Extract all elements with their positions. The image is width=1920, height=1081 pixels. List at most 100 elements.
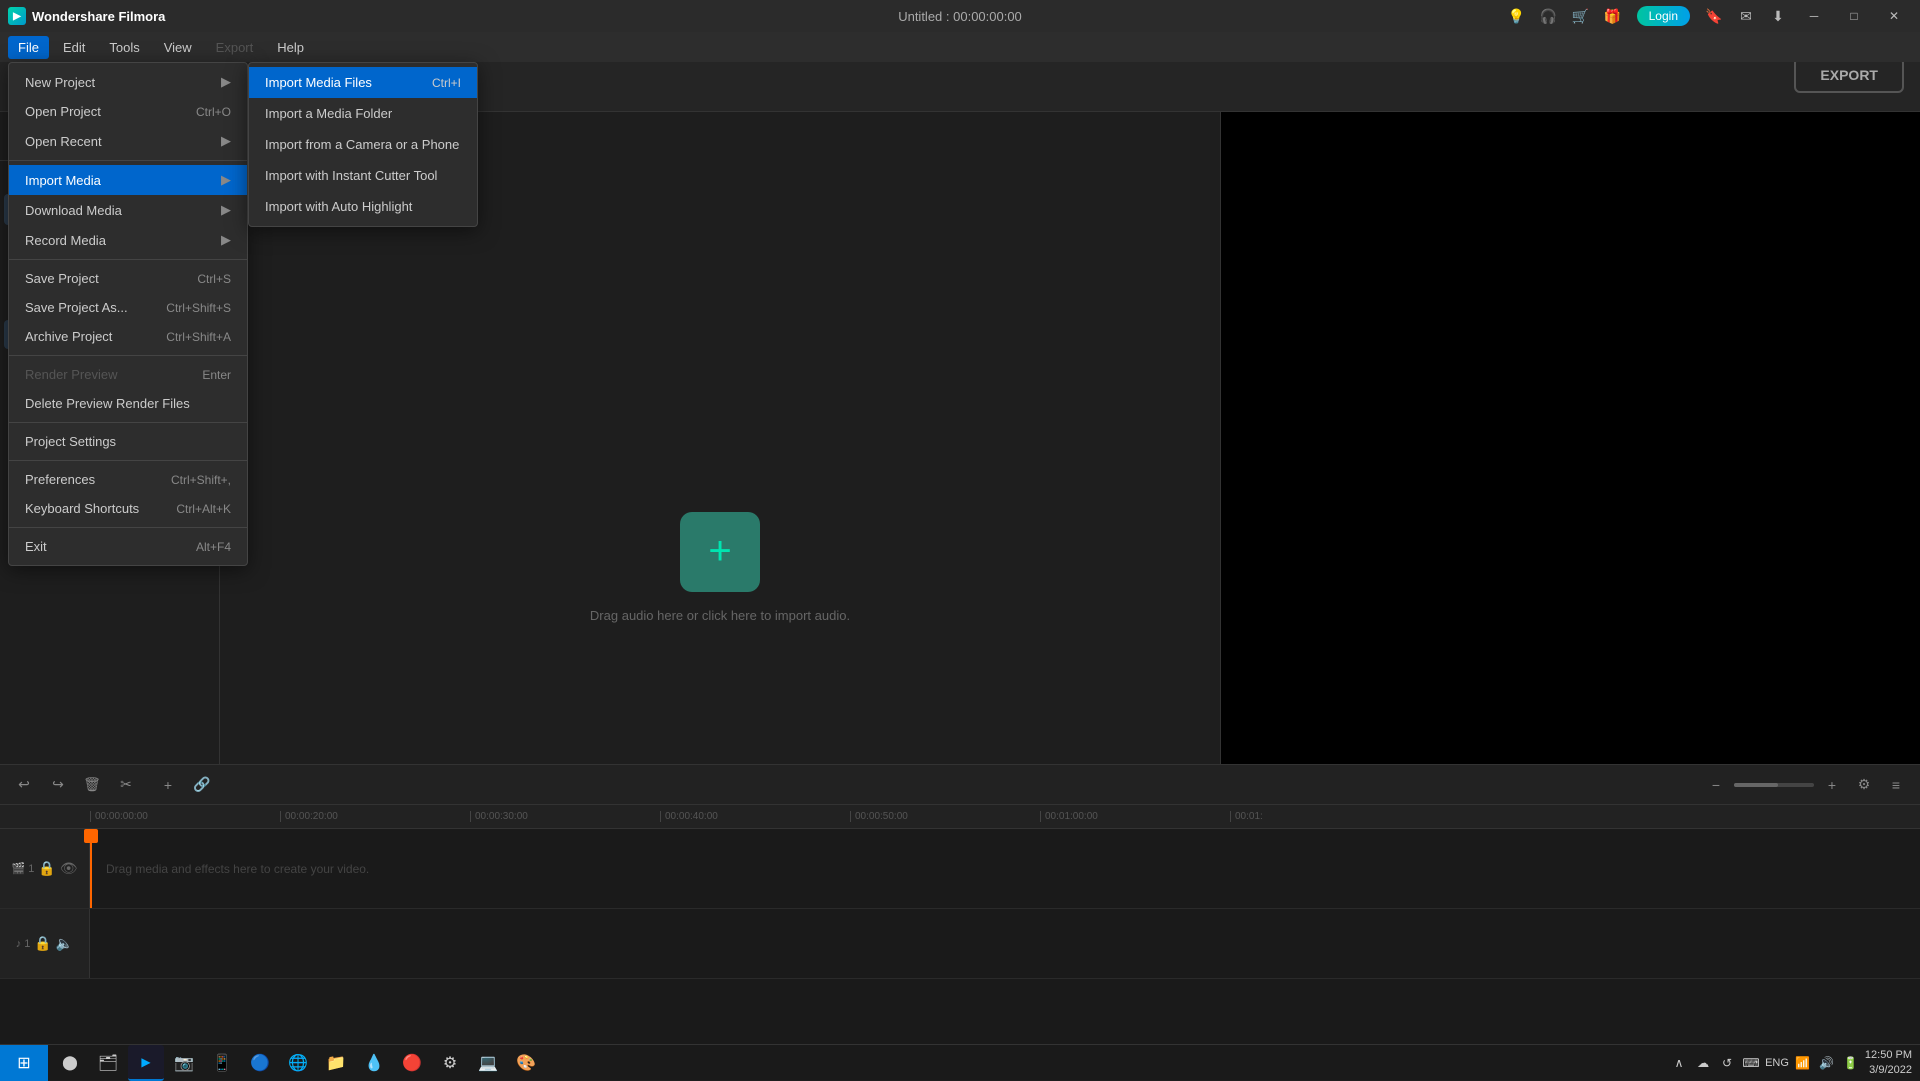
tray-volume-icon[interactable]: 🔊 [1817, 1053, 1837, 1073]
tray-battery-icon[interactable]: 🔋 [1841, 1053, 1861, 1073]
headphone-icon[interactable]: 🎧 [1535, 2, 1563, 30]
taskbar-phone-button[interactable]: 📱 [204, 1045, 240, 1081]
taskbar-search-button[interactable]: ⬤ [52, 1045, 88, 1081]
taskbar-pin1-button[interactable]: 🔵 [242, 1045, 278, 1081]
menu-delete-preview[interactable]: Delete Preview Render Files [9, 389, 247, 418]
download-icon[interactable]: ⬇ [1764, 2, 1792, 30]
zoom-slider[interactable] [1734, 783, 1814, 787]
submenu-import-auto[interactable]: Import with Auto Highlight [249, 191, 477, 222]
maximize-button[interactable]: □ [1836, 0, 1872, 32]
taskbar-edge-button[interactable]: 🌐 [280, 1045, 316, 1081]
cart-icon[interactable]: 🛒 [1567, 2, 1595, 30]
window-title: Untitled : 00:00:00:00 [898, 9, 1022, 24]
close-button[interactable]: ✕ [1876, 0, 1912, 32]
scissors-button[interactable]: ✂ [112, 771, 140, 799]
menu-download-media[interactable]: Download Media ▶ [9, 195, 247, 225]
menu-archive-project[interactable]: Archive Project Ctrl+Shift+A [9, 322, 247, 351]
redo-button[interactable]: ↪ [44, 771, 72, 799]
ruler-mark-5: 00:01:00:00 [1040, 811, 1230, 822]
submenu-import-instant[interactable]: Import with Instant Cutter Tool [249, 160, 477, 191]
taskbar-time[interactable]: 12:50 PM 3/9/2022 [1865, 1048, 1912, 1077]
taskbar-settings-button[interactable]: ⚙ [432, 1045, 468, 1081]
gift-icon[interactable]: 🎁 [1599, 2, 1627, 30]
menu-tools[interactable]: Tools [99, 36, 149, 59]
taskbar-icon12[interactable]: 🎨 [508, 1045, 544, 1081]
minimize-button[interactable]: ─ [1796, 0, 1832, 32]
new-project-label: New Project [25, 75, 95, 90]
menu-file[interactable]: File [8, 36, 49, 59]
audio-volume-icon[interactable]: 🔈 [56, 935, 73, 952]
ruler-mark-1: 00:00:20:00 [280, 811, 470, 822]
delete-button[interactable]: 🗑 [78, 771, 106, 799]
menu-open-project[interactable]: Open Project Ctrl+O [9, 97, 247, 126]
app-logo: ▶ Wondershare Filmora [8, 7, 165, 25]
zoom-out-button[interactable]: − [1702, 771, 1730, 799]
add-track-button[interactable]: + [154, 771, 182, 799]
import-add-button[interactable]: + [680, 512, 760, 592]
video-track: 🎬 1 🔒 👁 Drag media and effects here to c… [0, 829, 1920, 909]
menu-sep-5 [9, 460, 247, 461]
menu-exit[interactable]: Exit Alt+F4 [9, 532, 247, 561]
menu-new-project[interactable]: New Project ▶ [9, 67, 247, 97]
undo-button[interactable]: ↩ [10, 771, 38, 799]
zoom-in-button[interactable]: + [1818, 771, 1846, 799]
video-track-number: 🎬 1 [11, 862, 34, 875]
timeline-settings-icon[interactable]: ⚙ [1850, 771, 1878, 799]
menu-preferences[interactable]: Preferences Ctrl+Shift+, [9, 465, 247, 494]
ruler-mark-3: 00:00:40:00 [660, 811, 850, 822]
lock-icon[interactable]: 🔒 [38, 860, 55, 877]
menu-export[interactable]: Export [206, 36, 264, 59]
audio-lock-icon[interactable]: 🔒 [34, 935, 51, 952]
timeline-cursor-head [84, 829, 98, 843]
taskbar-lang[interactable]: ENG [1765, 1057, 1789, 1069]
tray-chevron-icon[interactable]: ∧ [1669, 1053, 1689, 1073]
ruler-mark-6: 00:01: [1230, 811, 1420, 822]
tray-network-icon[interactable]: 📶 [1793, 1053, 1813, 1073]
menu-keyboard-shortcuts[interactable]: Keyboard Shortcuts Ctrl+Alt+K [9, 494, 247, 523]
tray-keyboard-icon[interactable]: ⌨ [1741, 1053, 1761, 1073]
menu-import-media[interactable]: Import Media ▶ [9, 165, 247, 195]
tray-refresh-icon[interactable]: ↺ [1717, 1053, 1737, 1073]
menu-save-project[interactable]: Save Project Ctrl+S [9, 264, 247, 293]
taskbar-files-button[interactable]: 🗂 [90, 1045, 126, 1081]
menu-edit[interactable]: Edit [53, 36, 95, 59]
login-button[interactable]: Login [1637, 6, 1690, 26]
time-value: 12:50 PM [1865, 1048, 1912, 1062]
render-preview-shortcut: Enter [202, 368, 231, 382]
link-button[interactable]: 🔗 [188, 771, 216, 799]
plus-icon: + [708, 529, 731, 574]
menu-open-recent[interactable]: Open Recent ▶ [9, 126, 247, 156]
timeline-more-icon[interactable]: ≡ [1882, 771, 1910, 799]
menu-help[interactable]: Help [267, 36, 314, 59]
taskbar-store-button[interactable]: 📷 [166, 1045, 202, 1081]
taskbar-icon9[interactable]: 🔴 [394, 1045, 430, 1081]
bulb-icon[interactable]: 💡 [1503, 2, 1531, 30]
keyboard-shortcuts-label: Keyboard Shortcuts [25, 501, 139, 516]
import-files-label: Import Media Files [265, 75, 372, 90]
tray-cloud-icon[interactable]: ☁ [1693, 1053, 1713, 1073]
menu-record-media[interactable]: Record Media ▶ [9, 225, 247, 255]
file-menu: New Project ▶ Open Project Ctrl+O Open R… [8, 62, 248, 566]
submenu-import-files[interactable]: Import Media Files Ctrl+I [249, 67, 477, 98]
ruler-mark-4: 00:00:50:00 [850, 811, 1040, 822]
menu-project-settings[interactable]: Project Settings [9, 427, 247, 456]
export-button[interactable]: EXPORT [1794, 57, 1904, 93]
taskbar-filmora-button[interactable]: ▶ [128, 1045, 164, 1081]
taskbar-dropbox-button[interactable]: 💧 [356, 1045, 392, 1081]
exit-label: Exit [25, 539, 47, 554]
logo-icon: ▶ [8, 7, 26, 25]
menu-sep-4 [9, 422, 247, 423]
menu-view[interactable]: View [154, 36, 202, 59]
submenu-import-camera[interactable]: Import from a Camera or a Phone [249, 129, 477, 160]
eye-icon[interactable]: 👁 [60, 860, 78, 877]
keyboard-shortcuts-shortcut: Ctrl+Alt+K [176, 502, 231, 516]
submenu-import-folder[interactable]: Import a Media Folder [249, 98, 477, 129]
preferences-shortcut: Ctrl+Shift+, [171, 473, 231, 487]
menu-save-project-as[interactable]: Save Project As... Ctrl+Shift+S [9, 293, 247, 322]
mail-icon[interactable]: ✉ [1732, 2, 1760, 30]
taskbar-folder-button[interactable]: 📁 [318, 1045, 354, 1081]
timeline: ↩ ↪ 🗑 ✂ + 🔗 − + ⚙ ≡ 00:00:00:00 00:00:20… [0, 764, 1920, 1044]
bookmark-icon[interactable]: 🔖 [1700, 2, 1728, 30]
start-button[interactable]: ⊞ [0, 1045, 48, 1081]
taskbar-icon11[interactable]: 💻 [470, 1045, 506, 1081]
